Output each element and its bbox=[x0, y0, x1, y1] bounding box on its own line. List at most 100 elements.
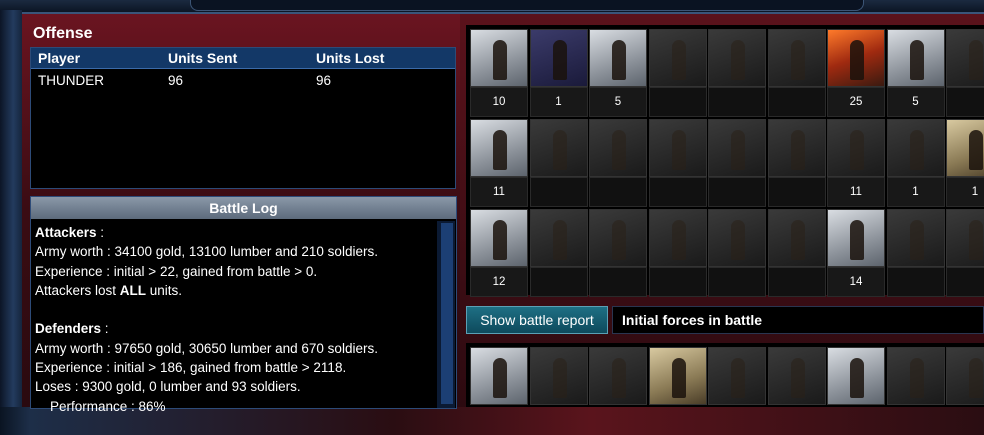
log-line: Defenders : bbox=[35, 321, 109, 337]
unit-card[interactable] bbox=[589, 347, 647, 435]
unit-card[interactable] bbox=[708, 119, 766, 207]
unit-portrait bbox=[470, 347, 528, 405]
unit-count bbox=[946, 267, 984, 297]
log-line: Army worth : 97650 gold, 30650 lumber an… bbox=[35, 340, 378, 356]
unit-figure bbox=[790, 40, 805, 80]
unit-card[interactable] bbox=[946, 209, 984, 297]
unit-card[interactable]: 25 bbox=[827, 29, 885, 117]
unit-figure bbox=[671, 130, 686, 170]
unit-portrait bbox=[886, 209, 945, 267]
unit-card[interactable]: 1 bbox=[529, 29, 588, 117]
unit-card[interactable]: 5 bbox=[886, 29, 945, 117]
unit-card[interactable] bbox=[589, 119, 647, 207]
battle-log-text: Attackers : Army worth : 34100 gold, 131… bbox=[35, 223, 435, 416]
unit-card[interactable]: 12 bbox=[470, 209, 528, 297]
unit-portrait bbox=[827, 347, 885, 405]
unit-portrait bbox=[470, 29, 528, 87]
unit-portrait bbox=[946, 347, 984, 405]
unit-card[interactable]: 1 bbox=[886, 119, 945, 207]
unit-figure bbox=[671, 358, 686, 398]
unit-card[interactable] bbox=[767, 29, 826, 117]
unit-figure bbox=[612, 130, 626, 170]
header-player: Player bbox=[38, 50, 81, 66]
unit-card[interactable] bbox=[946, 347, 984, 435]
unit-card[interactable]: 14 bbox=[827, 209, 885, 297]
log-line: Attackers lost ALL units. bbox=[35, 282, 183, 298]
unit-count bbox=[708, 177, 766, 207]
unit-portrait bbox=[589, 29, 647, 87]
unit-portrait bbox=[529, 347, 588, 405]
unit-portrait bbox=[886, 29, 945, 87]
unit-portrait bbox=[886, 119, 945, 177]
unit-card[interactable] bbox=[886, 209, 945, 297]
unit-card[interactable] bbox=[708, 209, 766, 297]
unit-figure bbox=[969, 358, 983, 398]
unit-portrait bbox=[470, 209, 528, 267]
unit-card[interactable] bbox=[767, 119, 826, 207]
unit-card[interactable]: 10 bbox=[470, 29, 528, 117]
units-sent-value: 96 bbox=[168, 73, 184, 88]
log-scrollbar-thumb[interactable] bbox=[441, 223, 453, 404]
unit-portrait bbox=[529, 29, 588, 87]
unit-figure bbox=[552, 40, 567, 80]
unit-portrait bbox=[827, 119, 885, 177]
unit-card[interactable] bbox=[529, 119, 588, 207]
table-row: THUNDER 96 96 bbox=[31, 69, 455, 91]
unit-portrait bbox=[648, 119, 707, 177]
unit-count bbox=[529, 267, 588, 297]
initial-forces-label: Initial forces in battle bbox=[612, 306, 984, 334]
unit-card[interactable]: 11 bbox=[827, 119, 885, 207]
unit-count: 25 bbox=[827, 87, 885, 117]
header-units-sent: Units Sent bbox=[168, 50, 238, 66]
unit-figure bbox=[731, 220, 745, 260]
unit-card[interactable] bbox=[827, 347, 885, 435]
unit-card[interactable]: 1 bbox=[946, 119, 984, 207]
unit-count bbox=[589, 177, 647, 207]
unit-card[interactable] bbox=[708, 29, 766, 117]
unit-portrait bbox=[767, 209, 826, 267]
unit-card[interactable] bbox=[767, 209, 826, 297]
show-battle-report-button[interactable]: Show battle report bbox=[466, 306, 608, 334]
unit-card[interactable] bbox=[648, 119, 707, 207]
unit-portrait bbox=[708, 347, 766, 405]
unit-figure bbox=[909, 40, 924, 80]
unit-portrait bbox=[708, 29, 766, 87]
unit-card[interactable] bbox=[470, 347, 528, 435]
unit-card[interactable] bbox=[648, 29, 707, 117]
unit-card[interactable] bbox=[708, 347, 766, 435]
unit-figure bbox=[731, 358, 745, 398]
log-line: Experience : initial > 186, gained from … bbox=[35, 360, 347, 376]
initial-forces-grid bbox=[466, 343, 984, 407]
unit-card[interactable]: 11 bbox=[470, 119, 528, 207]
unit-card[interactable] bbox=[648, 209, 707, 297]
unit-count bbox=[946, 87, 984, 117]
unit-count: 1 bbox=[886, 177, 945, 207]
unit-card[interactable]: 5 bbox=[589, 29, 647, 117]
unit-card[interactable] bbox=[946, 29, 984, 117]
unit-figure bbox=[671, 220, 686, 260]
unit-count: 10 bbox=[470, 87, 528, 117]
unit-figure bbox=[909, 358, 924, 398]
unit-portrait bbox=[946, 209, 984, 267]
unit-count bbox=[767, 267, 826, 297]
unit-portrait bbox=[648, 209, 707, 267]
left-frame bbox=[0, 10, 22, 407]
log-line: Performance : 86% bbox=[35, 398, 166, 414]
unit-portrait bbox=[946, 29, 984, 87]
unit-card[interactable] bbox=[648, 347, 707, 435]
unit-card[interactable] bbox=[529, 209, 588, 297]
unit-count bbox=[589, 267, 647, 297]
unit-card[interactable] bbox=[767, 347, 826, 435]
unit-card[interactable] bbox=[589, 209, 647, 297]
offense-title: Offense bbox=[33, 25, 93, 42]
unit-card[interactable] bbox=[529, 347, 588, 435]
top-frame-notch bbox=[190, 0, 864, 11]
unit-figure bbox=[909, 130, 924, 170]
unit-count: 14 bbox=[827, 267, 885, 297]
unit-count bbox=[708, 267, 766, 297]
player-name[interactable]: THUNDER bbox=[31, 69, 168, 91]
unit-portrait bbox=[470, 119, 528, 177]
unit-card[interactable] bbox=[886, 347, 945, 435]
unit-figure bbox=[850, 358, 864, 398]
offense-table-header: Player Units Sent Units Lost bbox=[31, 48, 455, 69]
